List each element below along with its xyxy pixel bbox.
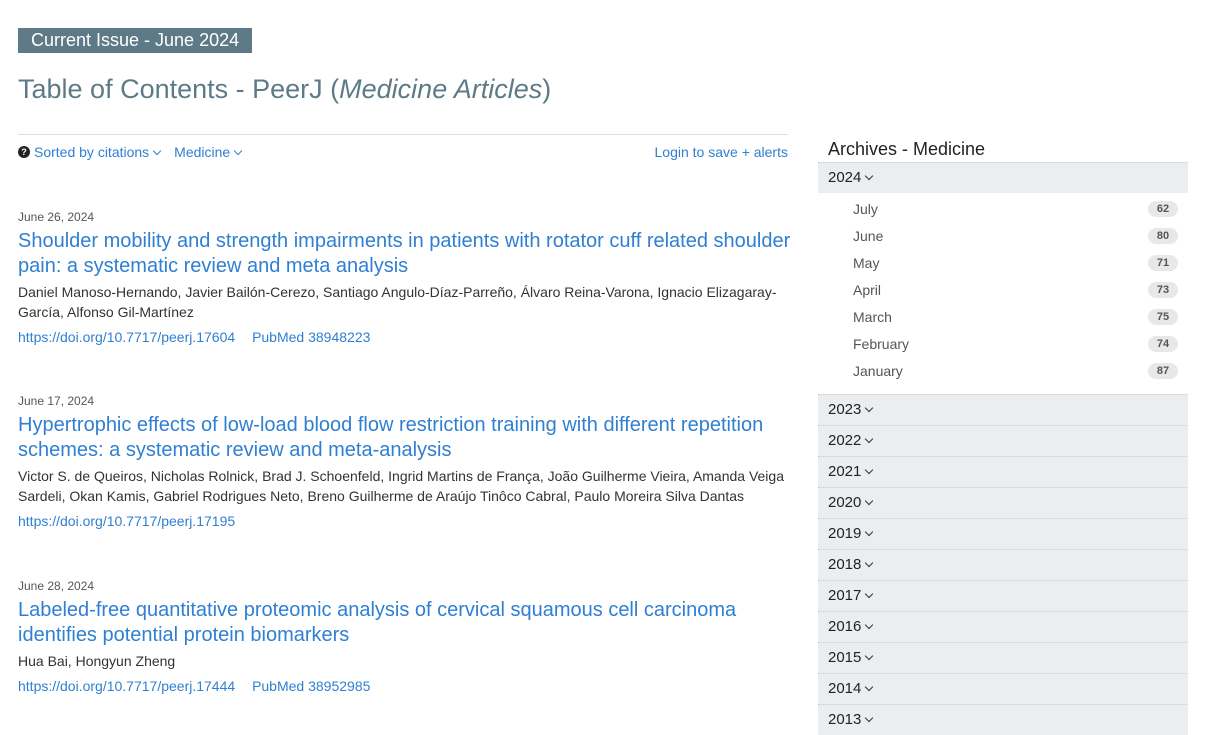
archive-month-march[interactable]: March 75 bbox=[818, 304, 1188, 331]
chevron-down-icon bbox=[865, 527, 874, 537]
chevron-down-icon bbox=[865, 558, 874, 568]
archive-year-2019[interactable]: 2019 bbox=[818, 518, 1188, 549]
archive-year-2021[interactable]: 2021 bbox=[818, 456, 1188, 487]
chevron-down-icon bbox=[152, 146, 162, 156]
article-authors: Hua Bai, Hongyun Zheng bbox=[18, 653, 176, 669]
page-title-italic: Medicine Articles bbox=[339, 74, 543, 104]
login-alerts-link[interactable]: Login to save + alerts bbox=[655, 144, 788, 160]
chevron-down-icon bbox=[865, 651, 874, 661]
article-authors: Daniel Manoso-Hernando, Javier Bailón-Ce… bbox=[18, 284, 777, 320]
archive-year-2024[interactable]: 2024 bbox=[818, 162, 1188, 193]
page-title-suffix: ) bbox=[542, 74, 552, 104]
article-count-badge: 62 bbox=[1148, 201, 1178, 217]
year-label: 2019 bbox=[828, 525, 862, 542]
help-icon[interactable]: ? bbox=[18, 146, 30, 158]
archive-year-2020[interactable]: 2020 bbox=[818, 487, 1188, 518]
current-issue-badge: Current Issue - June 2024 bbox=[18, 28, 253, 53]
filter-controls: ? Sorted by citations Medicine bbox=[18, 144, 243, 160]
article-title-link[interactable]: Labeled-free quantitative proteomic anal… bbox=[18, 598, 793, 648]
archive-year-2023[interactable]: 2023 bbox=[818, 394, 1188, 425]
month-label: June bbox=[853, 228, 884, 244]
pubmed-link[interactable]: PubMed 38952985 bbox=[252, 678, 370, 694]
archive-month-july[interactable]: July 62 bbox=[818, 196, 1188, 223]
month-label: January bbox=[853, 363, 903, 379]
archive-year-2017[interactable]: 2017 bbox=[818, 580, 1188, 611]
year-label: 2023 bbox=[828, 401, 862, 418]
article-count-badge: 75 bbox=[1148, 309, 1178, 325]
archive-year-2016[interactable]: 2016 bbox=[818, 611, 1188, 642]
chevron-down-icon bbox=[865, 403, 874, 413]
article-date: June 17, 2024 bbox=[18, 394, 95, 408]
month-label: February bbox=[853, 336, 910, 352]
subject-dropdown[interactable]: Medicine bbox=[174, 144, 243, 160]
chevron-down-icon bbox=[233, 146, 243, 156]
article-item: June 28, 2024 Labeled-free quantitative … bbox=[18, 579, 793, 696]
archive-year-2022[interactable]: 2022 bbox=[818, 425, 1188, 456]
article-authors: Victor S. de Queiros, Nicholas Rolnick, … bbox=[18, 468, 784, 504]
year-label: 2021 bbox=[828, 463, 862, 480]
sort-label: Sorted by citations bbox=[34, 144, 150, 160]
month-label: July bbox=[853, 201, 878, 217]
article-count-badge: 73 bbox=[1148, 282, 1178, 298]
article-title-link[interactable]: Hypertrophic effects of low-load blood f… bbox=[18, 413, 793, 463]
archive-month-may[interactable]: May 71 bbox=[818, 250, 1188, 277]
page-title: Table of Contents - PeerJ (Medicine Arti… bbox=[18, 74, 551, 105]
month-label: March bbox=[853, 309, 892, 325]
chevron-down-icon bbox=[865, 620, 874, 630]
article-count-badge: 71 bbox=[1148, 255, 1178, 271]
year-label: 2018 bbox=[828, 556, 862, 573]
archive-year-2013[interactable]: 2013 bbox=[818, 704, 1188, 735]
year-label: 2022 bbox=[828, 432, 862, 449]
doi-link[interactable]: https://doi.org/10.7717/peerj.17444 bbox=[18, 678, 235, 694]
archive-month-february[interactable]: February 74 bbox=[818, 331, 1188, 358]
chevron-down-icon bbox=[865, 496, 874, 506]
year-label: 2014 bbox=[828, 680, 862, 697]
header-divider bbox=[18, 134, 788, 135]
year-label: 2024 bbox=[828, 169, 862, 186]
archive-year-2015[interactable]: 2015 bbox=[818, 642, 1188, 673]
year-label: 2020 bbox=[828, 494, 862, 511]
month-label: May bbox=[853, 255, 880, 271]
article-item: June 17, 2024 Hypertrophic effects of lo… bbox=[18, 394, 793, 531]
article-date: June 26, 2024 bbox=[18, 210, 95, 224]
page-title-prefix: Table of Contents - PeerJ ( bbox=[18, 74, 340, 104]
archive-year-2014[interactable]: 2014 bbox=[818, 673, 1188, 704]
archive-month-june[interactable]: June 80 bbox=[818, 223, 1188, 250]
chevron-down-icon bbox=[865, 682, 874, 692]
chevron-down-icon bbox=[865, 713, 874, 723]
archive-month-january[interactable]: January 87 bbox=[818, 358, 1188, 385]
year-label: 2013 bbox=[828, 711, 862, 728]
article-item: June 26, 2024 Shoulder mobility and stre… bbox=[18, 210, 793, 347]
archives-sidebar: Archives - Medicine 2024 July 62 June 80 M… bbox=[818, 138, 1188, 735]
article-date: June 28, 2024 bbox=[18, 579, 95, 593]
sort-dropdown[interactable]: Sorted by citations bbox=[34, 144, 162, 160]
filter-bar: ? Sorted by citations Medicine Login to … bbox=[18, 144, 788, 162]
article-links: https://doi.org/10.7717/peerj.17604 PubM… bbox=[18, 327, 793, 347]
article-count-badge: 87 bbox=[1148, 363, 1178, 379]
doi-link[interactable]: https://doi.org/10.7717/peerj.17604 bbox=[18, 329, 235, 345]
article-links: https://doi.org/10.7717/peerj.17195 bbox=[18, 511, 793, 531]
year-label: 2015 bbox=[828, 649, 862, 666]
article-count-badge: 80 bbox=[1148, 228, 1178, 244]
chevron-down-icon bbox=[865, 171, 874, 181]
archive-month-april[interactable]: April 73 bbox=[818, 277, 1188, 304]
doi-link[interactable]: https://doi.org/10.7717/peerj.17195 bbox=[18, 513, 235, 529]
article-title-link[interactable]: Shoulder mobility and strength impairmen… bbox=[18, 229, 793, 279]
article-count-badge: 74 bbox=[1148, 336, 1178, 352]
chevron-down-icon bbox=[865, 434, 874, 444]
year-label: 2016 bbox=[828, 618, 862, 635]
year-label: 2017 bbox=[828, 587, 862, 604]
month-label: April bbox=[853, 282, 882, 298]
chevron-down-icon bbox=[865, 589, 874, 599]
chevron-down-icon bbox=[865, 465, 874, 475]
archive-year-2018[interactable]: 2018 bbox=[818, 549, 1188, 580]
archives-heading: Archives - Medicine bbox=[828, 139, 986, 159]
archive-months-list: July 62 June 80 May 71 April 73 March 75 Febr… bbox=[818, 193, 1188, 394]
article-links: https://doi.org/10.7717/peerj.17444 PubM… bbox=[18, 676, 793, 696]
subject-label: Medicine bbox=[174, 144, 231, 160]
pubmed-link[interactable]: PubMed 38948223 bbox=[252, 329, 370, 345]
